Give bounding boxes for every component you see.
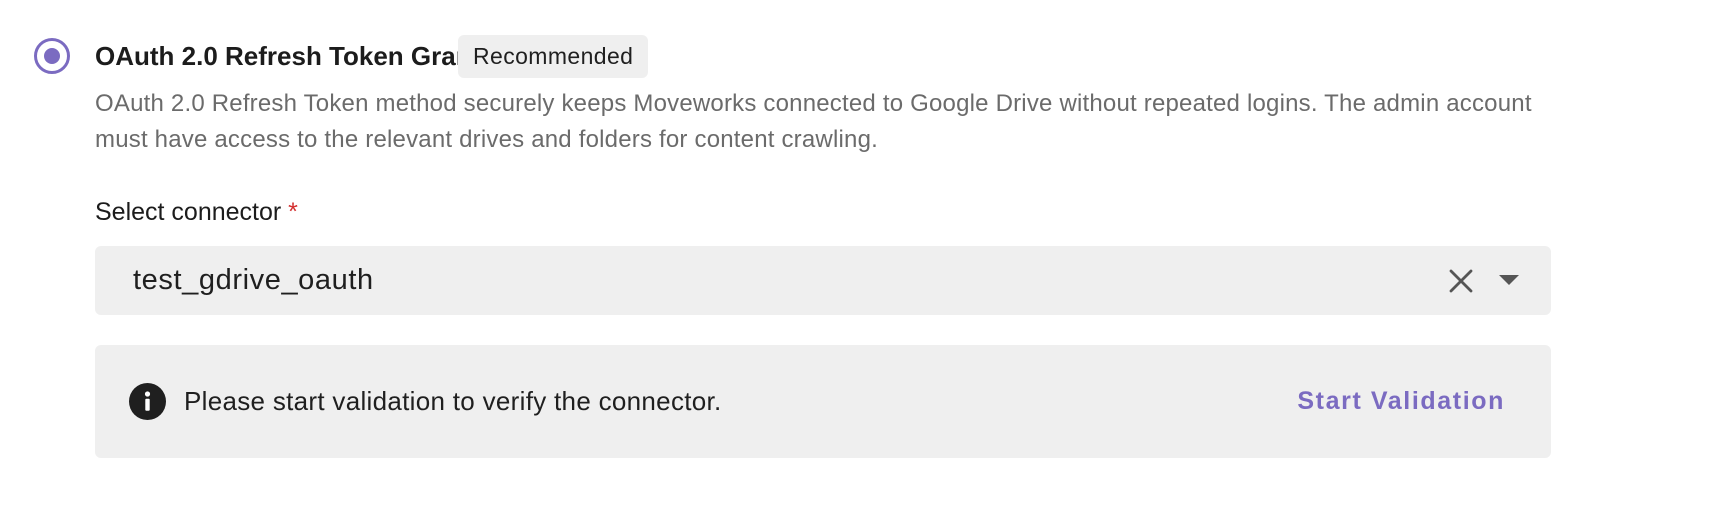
start-validation-button[interactable]: Start Validation <box>1297 385 1505 417</box>
required-marker: * <box>288 198 298 226</box>
recommended-badge: Recommended <box>458 35 649 78</box>
auth-option-title: OAuth 2.0 Refresh Token Grant <box>95 41 481 71</box>
connector-select[interactable]: test_gdrive_oauth <box>95 246 1551 315</box>
radio-selected-dot <box>44 48 60 64</box>
caret-down-icon[interactable] <box>1497 273 1521 287</box>
clear-icon[interactable] <box>1447 267 1475 295</box>
info-icon <box>129 383 166 420</box>
connector-field-label: Select connector * <box>95 197 298 227</box>
validation-alert: Please start validation to verify the co… <box>95 345 1551 458</box>
validation-message: Please start validation to verify the co… <box>184 386 722 416</box>
connector-label-text: Select connector <box>95 198 282 226</box>
connector-select-value: test_gdrive_oauth <box>133 264 374 296</box>
auth-option-description: OAuth 2.0 Refresh Token method securely … <box>95 90 1532 153</box>
oauth-refresh-token-radio[interactable] <box>34 38 70 74</box>
